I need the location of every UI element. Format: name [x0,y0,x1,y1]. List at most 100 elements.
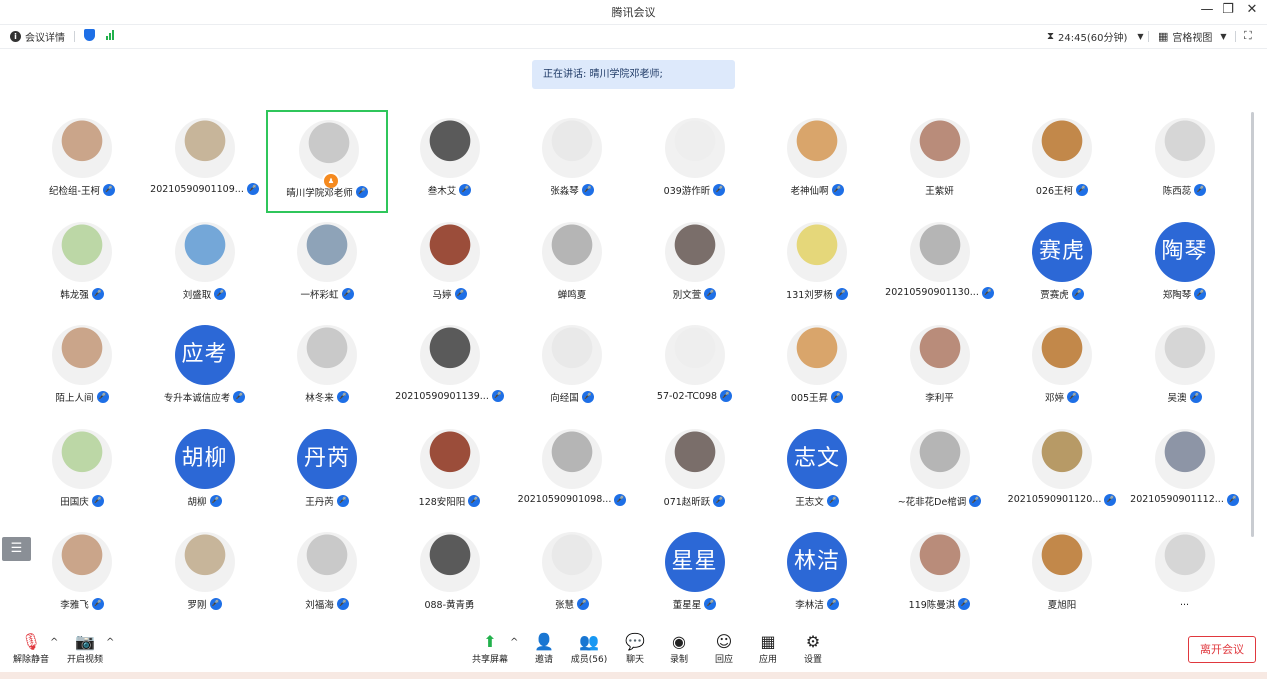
close-icon[interactable]: ✕ [1242,2,1262,17]
participant-tile[interactable]: ♟ 晴川学院邓老师 🎤 [266,110,388,213]
participant-tile[interactable]: 088-黄青勇 [389,524,511,627]
participant-tile[interactable]: 林冬来 🎤 [266,317,388,420]
participant-name: 20210590901112... [1130,494,1224,505]
participant-tile[interactable]: ~花非花De棺调 🎤 [879,421,1001,524]
participant-tile[interactable]: ... [1124,524,1246,627]
info-icon: i [10,31,21,42]
view-mode-button[interactable]: ▦ 宫格视图 ▼ [1158,29,1227,44]
participant-tile[interactable]: 陈西蕊 🎤 [1124,110,1246,213]
participant-tile[interactable]: 039游作昕 🎤 [634,110,756,213]
participant-tile[interactable]: 005王昇 🎤 [756,317,878,420]
participant-name: 邓婷 [1044,393,1064,404]
avatar [52,221,112,282]
participant-tile[interactable]: 吴澳 🎤 [1124,317,1246,420]
chevron-up-icon[interactable]: ^ [510,637,518,648]
avatar [1154,325,1215,385]
participant-tile[interactable]: 20210590901130... 🎤 [879,214,1001,317]
members-button[interactable]: 👥 成员(56) [567,632,611,665]
participant-tile[interactable]: 57-02-TC098 🎤 [634,317,756,420]
participant-tile[interactable]: 別文萱 🎤 [634,214,756,317]
participant-tile[interactable]: 田国庆 🎤 [21,421,143,524]
chevron-up-icon[interactable]: ^ [50,637,58,648]
participant-name: 夏旭阳 [1047,600,1077,611]
participant-tile[interactable]: 李利平 [879,317,1001,420]
restore-icon[interactable]: ❐ [1218,2,1238,17]
participant-tile[interactable]: 蝉鸣夏 [511,214,633,317]
avatar [542,532,602,592]
participant-name-line: 郑陶琴 🎤 [1124,287,1246,301]
network-status[interactable] [106,29,114,40]
participant-tile[interactable]: 林洁 李林洁 🎤 [756,524,878,627]
participant-tile[interactable]: 向经国 🎤 [511,317,633,420]
meeting-timer[interactable]: ⧗ 24:45(60分钟) ▼ [1047,29,1144,44]
participant-name: 向经国 [550,393,579,404]
participant-name-line: 王丹芮 🎤 [266,494,388,508]
security-button[interactable] [84,29,95,41]
participant-name: 071赵昕跃 [663,496,711,508]
chevron-up-icon[interactable]: ^ [106,637,114,648]
participant-tile[interactable]: 陶琴 郑陶琴 🎤 [1124,214,1246,317]
participant-tile[interactable]: 20210590901112... 🎤 [1124,421,1246,524]
participant-tile[interactable]: 罗刚 🎤 [144,524,266,627]
list-toggle-icon[interactable]: ☰ [2,537,31,561]
participant-name-line: 026王柯 🎤 [1001,183,1123,197]
participant-name: 老神仙啊 [790,186,829,197]
participant-name-line: 20210590901112... 🎤 [1124,493,1246,506]
participant-tile[interactable]: 刘福海 🎤 [266,524,388,627]
participant-name: 一杯彩虹 [300,289,339,301]
mic-icon: 🎤 [704,598,717,610]
participant-tile[interactable]: 20210590901109... 🎤 [144,110,266,213]
participant-tile[interactable]: 星星 董星星 🎤 [634,524,756,627]
participant-tile[interactable]: 纪检组-王柯 🎤 [21,110,143,213]
chat-button[interactable]: 💬 聊天 [613,632,657,665]
minimize-icon[interactable]: — [1197,2,1217,17]
participant-tile[interactable]: 老神仙啊 🎤 [756,110,878,213]
participant-tile[interactable]: 志文 王志文 🎤 [756,421,878,524]
participant-tile[interactable]: 王紫妍 [879,110,1001,213]
participant-tile[interactable]: 一杯彩虹 🎤 [266,214,388,317]
participant-tile[interactable]: 赛虎 贾赛虎 🎤 [1001,214,1123,317]
participant-name: ... [1179,597,1190,608]
participant-tile[interactable]: 20210590901120... 🎤 [1001,421,1123,524]
participant-tile[interactable]: 128安阳阳 🎤 [389,421,511,524]
participant-tile[interactable]: 刘盛取 🎤 [144,214,266,317]
participant-tile[interactable]: 李雅飞 🎤 [21,524,143,627]
participant-tile[interactable]: 张淼琴 🎤 [511,110,633,213]
chat-icon: 💬 [625,632,645,651]
avatar [664,325,725,385]
unmute-button[interactable]: 🎙 解除静音 [9,632,53,665]
avatar [542,428,602,489]
participant-name: 董星星 [672,600,702,611]
scrollbar[interactable] [1251,112,1254,537]
participant-tile[interactable]: 叁木艾 🎤 [389,110,511,213]
avatar: 林洁 [787,532,847,592]
start-video-button[interactable]: 📷 开启视频 [63,632,107,665]
participant-tile[interactable]: 119陈曼淇 🎤 [879,524,1001,627]
participant-tile[interactable]: 026王柯 🎤 [1001,110,1123,213]
participant-tile[interactable]: 丹芮 王丹芮 🎤 [266,421,388,524]
participant-tile[interactable]: 张慧 🎤 [511,524,633,627]
participant-tile[interactable]: 131刘罗杨 🎤 [756,214,878,317]
invite-button[interactable]: 👤 邀请 [522,632,566,665]
apps-button[interactable]: ▦ 应用 [746,632,790,665]
meeting-details-button[interactable]: i 会议详情 [10,29,65,44]
participant-tile[interactable]: 20210590901098... 🎤 [511,421,633,524]
members-icon: 👥 [579,632,599,651]
react-button[interactable]: ☺ 回应 [702,632,746,665]
participant-tile[interactable]: 20210590901139... 🎤 [389,317,511,420]
participant-tile[interactable]: 071赵昕跃 🎤 [634,421,756,524]
participant-tile[interactable]: 陌上人间 🎤 [21,317,143,420]
share-screen-button[interactable]: ⬆ 共享屏幕 [468,632,512,665]
leave-meeting-button[interactable]: 离开会议 [1188,636,1256,663]
participant-tile[interactable]: 胡柳 胡柳 🎤 [144,421,266,524]
participant-tile[interactable]: 邓婷 🎤 [1001,317,1123,420]
record-button[interactable]: ◉ 录制 [657,632,701,665]
react-icon: ☺ [715,632,733,651]
settings-button[interactable]: ⚙ 设置 [791,632,835,665]
participant-tile[interactable]: 马婷 🎤 [389,214,511,317]
participant-tile[interactable]: 夏旭阳 [1001,524,1123,627]
participant-tile[interactable]: 应考 专升本诚信应考 🎤 [144,317,266,420]
participant-tile[interactable]: 韩龙强 🎤 [21,214,143,317]
fullscreen-button[interactable]: ⛶ [1244,29,1252,43]
participant-name-line: 纪检组-王柯 🎤 [21,183,143,197]
